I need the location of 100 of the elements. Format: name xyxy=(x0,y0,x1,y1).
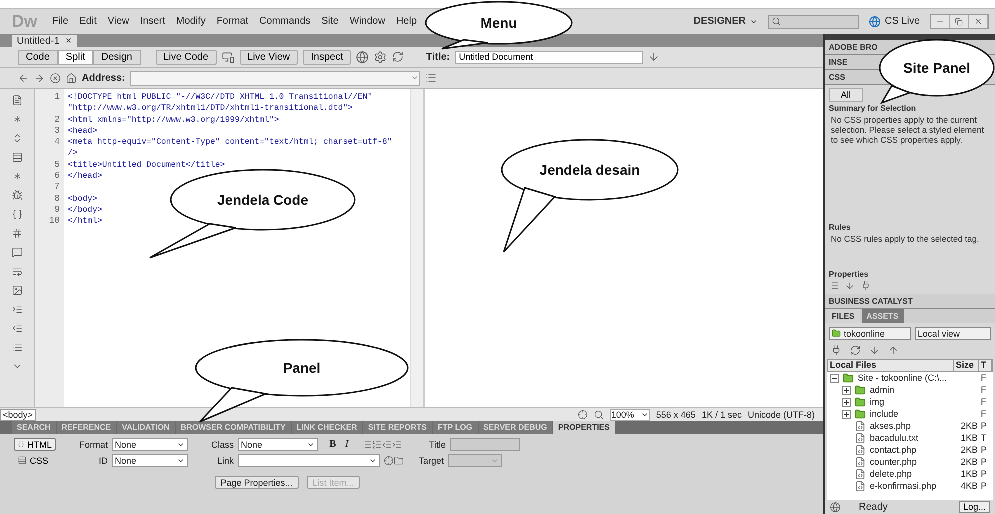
file-tree-row[interactable]: counter.php 2KB P xyxy=(827,456,993,468)
panel-button[interactable]: Page Properties... xyxy=(214,476,299,489)
menu-item[interactable]: File xyxy=(52,16,69,27)
refresh-icon[interactable] xyxy=(392,51,404,63)
file-tree-row[interactable]: e-konfirmasi.php 4KB P xyxy=(827,480,993,492)
file-tree-row[interactable]: contact.php 2KB P xyxy=(827,444,993,456)
bold-button[interactable]: B xyxy=(326,439,340,450)
braces-icon[interactable] xyxy=(12,209,22,220)
log-button[interactable]: Log... xyxy=(959,501,990,513)
file-type: F xyxy=(981,397,988,407)
line-number: 8 xyxy=(54,194,60,204)
expand-icon[interactable] xyxy=(842,410,851,418)
file-tree-row[interactable]: img F xyxy=(827,396,993,408)
collapse-icon[interactable] xyxy=(830,374,839,382)
tag-selector[interactable]: <body> xyxy=(0,408,36,420)
view-select[interactable]: Local view xyxy=(914,327,991,340)
settings-icon[interactable] xyxy=(374,50,388,64)
menu-item[interactable]: View xyxy=(108,16,130,27)
file-type: P xyxy=(981,457,988,467)
comment-icon[interactable] xyxy=(12,247,22,258)
menu-item[interactable]: Modify xyxy=(176,16,206,27)
file-tree-row[interactable]: delete.php 1KB P xyxy=(827,468,993,480)
globe-icon xyxy=(868,16,881,28)
column-header[interactable]: T xyxy=(979,360,992,371)
column-header[interactable]: Size xyxy=(954,360,979,371)
rules-text: No CSS rules apply to the selected tag. xyxy=(830,234,980,244)
file-tree-row[interactable]: akses.php 2KB P xyxy=(827,420,993,432)
window-size[interactable]: 556 x 465 xyxy=(656,410,696,420)
html-mode-button[interactable]: HTML xyxy=(14,438,56,451)
file-tree-row[interactable]: admin F xyxy=(827,384,993,396)
line-number: 7 xyxy=(54,182,60,192)
live-view-button[interactable]: Live View xyxy=(240,50,298,64)
scrollbar[interactable] xyxy=(410,89,425,407)
menu-item[interactable]: Site xyxy=(322,16,339,27)
file-tree-row[interactable]: Site - tokoonline (C:\... F xyxy=(827,372,993,384)
connect-icon[interactable] xyxy=(831,345,842,356)
workspace-switcher[interactable]: DESIGNER xyxy=(694,16,758,27)
css-tab[interactable]: All xyxy=(829,88,863,102)
indent-icon[interactable] xyxy=(392,440,402,450)
numbered-list-icon[interactable] xyxy=(372,440,382,450)
panel-tab[interactable]: PROPERTIES xyxy=(553,421,615,434)
files-tab[interactable]: FILES xyxy=(827,309,860,323)
back-icon[interactable] xyxy=(18,72,29,84)
format-select[interactable]: None xyxy=(112,438,188,451)
css-mode-button[interactable]: CSS xyxy=(14,454,56,467)
forward-icon[interactable] xyxy=(34,72,45,84)
tab-close-button[interactable]: × xyxy=(66,36,72,46)
document-tab[interactable]: Untitled-1 × xyxy=(12,35,77,47)
target-icon[interactable] xyxy=(384,456,394,466)
view-button[interactable]: Code xyxy=(18,50,58,64)
view-button[interactable]: Design xyxy=(93,50,140,64)
globe-icon[interactable] xyxy=(356,50,370,64)
column-header[interactable]: Local Files xyxy=(828,360,954,371)
bug-icon[interactable] xyxy=(12,190,22,201)
file-tree-row[interactable]: include F xyxy=(827,408,993,420)
folder-icon[interactable] xyxy=(394,456,404,466)
wrap-icon[interactable] xyxy=(12,266,22,277)
outdent-icon[interactable] xyxy=(12,323,22,334)
expand-icon[interactable] xyxy=(842,398,851,406)
refresh-icon[interactable] xyxy=(850,345,861,356)
file-icon xyxy=(855,480,866,492)
menu-item[interactable]: Commands xyxy=(260,16,311,27)
menu-item[interactable]: Edit xyxy=(80,16,97,27)
expand-icon[interactable] xyxy=(842,386,851,394)
link-field[interactable] xyxy=(238,454,380,467)
class-select[interactable]: None xyxy=(238,438,318,451)
file-size: 2KB xyxy=(961,457,980,467)
menu-item[interactable]: Window xyxy=(350,16,386,27)
site-select[interactable]: tokoonline xyxy=(829,327,911,340)
list-view-icon[interactable] xyxy=(829,281,839,291)
live-code-button[interactable]: Live Code xyxy=(156,50,217,64)
bullet-list-icon[interactable] xyxy=(362,440,372,450)
id-select[interactable]: None xyxy=(112,454,188,467)
title-label: Title: xyxy=(426,52,450,62)
hash-icon[interactable] xyxy=(12,228,22,239)
cs-live-button[interactable]: CS Live xyxy=(868,16,920,28)
file-tree-row[interactable]: bacadulu.txt 1KB T xyxy=(827,432,993,444)
italic-button[interactable]: I xyxy=(340,439,354,450)
line-number: 6 xyxy=(54,171,60,182)
menu-item[interactable]: Insert xyxy=(140,16,166,27)
menu-item[interactable]: Help xyxy=(396,16,418,27)
zoom-icon[interactable] xyxy=(594,410,604,420)
panel-header[interactable]: ADOBE BRO xyxy=(829,42,878,52)
title-field[interactable] xyxy=(450,438,520,451)
panel-header[interactable]: CSS xyxy=(829,72,846,82)
indent-icon[interactable] xyxy=(12,304,22,315)
menu-item[interactable]: Format xyxy=(216,16,248,27)
stop-icon[interactable] xyxy=(50,72,61,84)
rows-icon[interactable] xyxy=(12,152,22,163)
panel-header[interactable]: INSE xyxy=(829,58,848,66)
monitor-icon[interactable] xyxy=(222,50,235,64)
home-icon[interactable] xyxy=(66,72,77,84)
view-button[interactable]: Split xyxy=(58,50,94,64)
outdent-icon[interactable] xyxy=(382,440,392,450)
document-icon[interactable] xyxy=(12,95,22,106)
address-field[interactable] xyxy=(130,70,420,86)
image-icon[interactable] xyxy=(12,285,22,296)
inspect-button[interactable]: Inspect xyxy=(303,50,352,64)
search-field[interactable] xyxy=(768,14,859,28)
zoom-select[interactable]: 100% xyxy=(610,408,650,420)
